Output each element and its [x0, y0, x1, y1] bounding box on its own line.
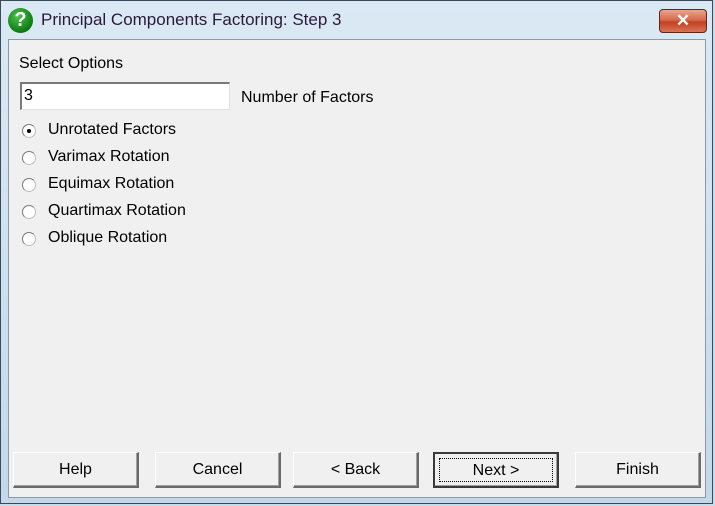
radio-label: Equimax Rotation — [48, 175, 175, 192]
help-button[interactable]: Help — [13, 452, 139, 488]
dialog-body: Select Options 3 Number of Factors Unrot… — [8, 39, 706, 498]
radio-label: Quartimax Rotation — [48, 202, 186, 219]
next-button-label: Next > — [472, 462, 520, 479]
number-of-factors-input[interactable]: 3 — [20, 82, 230, 110]
title-bar[interactable]: ? Principal Components Factoring: Step 3… — [1, 1, 712, 39]
radio-label: Varimax Rotation — [48, 148, 170, 165]
radio-label: Unrotated Factors — [48, 121, 177, 138]
help-button-label: Help — [59, 461, 92, 478]
close-button[interactable]: ✕ — [659, 9, 707, 33]
radio-button[interactable] — [22, 205, 36, 219]
select-options-heading: Select Options — [19, 55, 124, 72]
radio-button[interactable] — [22, 232, 36, 246]
cancel-button-label: Cancel — [192, 461, 243, 478]
close-icon: ✕ — [675, 11, 691, 30]
radio-button[interactable] — [22, 124, 36, 138]
question-icon: ? — [8, 8, 33, 33]
radio-button[interactable] — [22, 178, 36, 192]
back-button-label: < Back — [330, 461, 381, 478]
number-of-factors-label: Number of Factors — [241, 89, 374, 106]
cancel-button[interactable]: Cancel — [155, 452, 281, 488]
finish-button-label: Finish — [616, 461, 659, 478]
finish-button[interactable]: Finish — [575, 452, 701, 488]
window-title: Principal Components Factoring: Step 3 — [41, 10, 342, 29]
next-button[interactable]: Next > — [433, 452, 559, 488]
back-button[interactable]: < Back — [293, 452, 419, 488]
dialog-window: ? Principal Components Factoring: Step 3… — [0, 0, 713, 504]
radio-label: Oblique Rotation — [48, 229, 168, 246]
radio-button[interactable] — [22, 151, 36, 165]
number-of-factors-value: 3 — [24, 87, 33, 104]
